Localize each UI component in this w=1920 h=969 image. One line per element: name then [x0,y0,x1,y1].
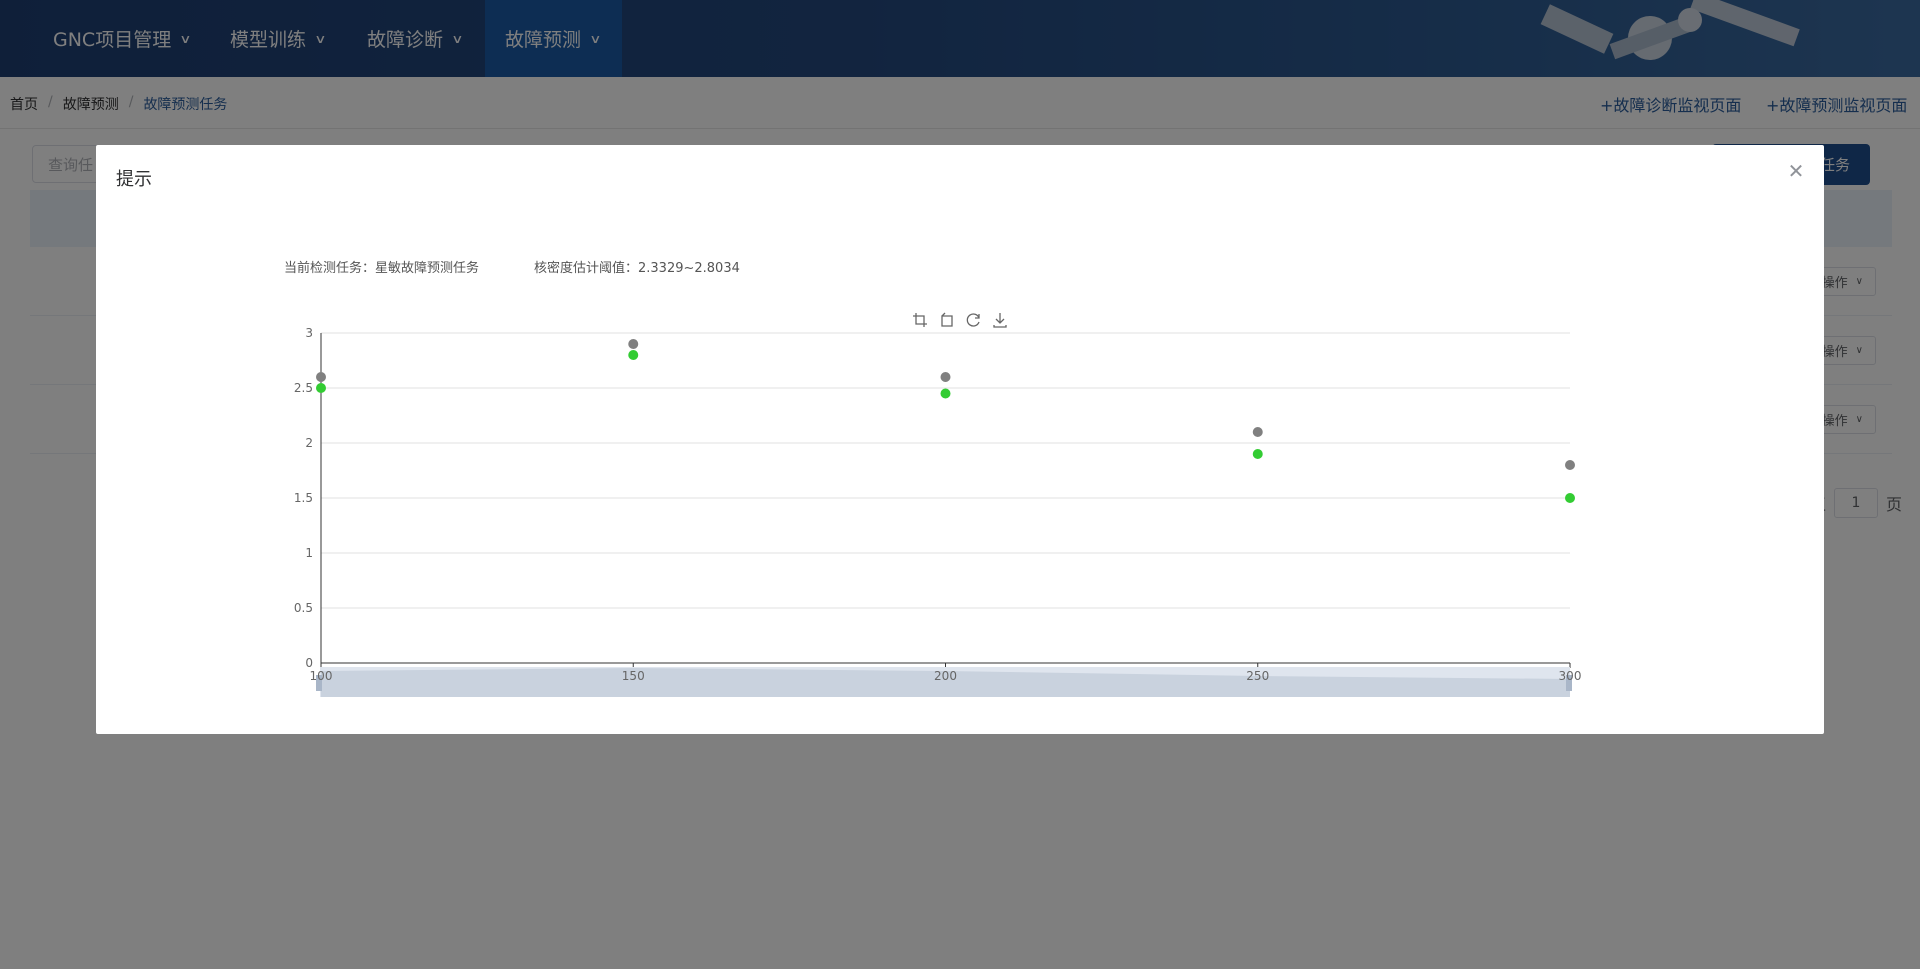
chart-axes [320,333,1571,668]
zoom-select-icon[interactable] [913,313,927,327]
scatter-point-series-1[interactable] [1565,460,1575,470]
restore-icon[interactable] [966,313,980,327]
x-tick-label: 200 [934,669,957,683]
x-tick-label: 250 [1246,669,1269,683]
scatter-point-series-1[interactable] [1252,427,1263,437]
y-tick-label: 1.5 [294,491,313,505]
scatter-point-series-1[interactable] [628,339,639,349]
y-tick-label: 1 [305,546,313,560]
y-axis-labels: 0 0.5 1 1.5 2 2.5 3 [294,326,313,670]
scatter-point-series-1[interactable] [316,372,326,382]
y-tick-label: 2.5 [294,381,313,395]
save-image-icon[interactable] [993,313,1007,328]
prompt-dialog: 提示 ✕ 当前检测任务：星敏故障预测任务 核密度估计阈值：2.3329~2.80… [96,145,1824,734]
y-tick-label: 0.5 [294,601,313,615]
x-tick-label: 300 [1559,669,1582,683]
y-tick-label: 2 [305,436,313,450]
x-tick-label: 150 [622,669,645,683]
scatter-chart: 100 150 200 250 300 0 0.5 1 1.5 2 2.5 3 [294,312,1582,697]
scatter-point-series-2[interactable] [1565,493,1575,503]
scatter-points [316,339,1575,503]
y-tick-label: 3 [305,326,313,340]
x-tick-label: 100 [310,669,333,683]
scatter-point-series-2[interactable] [1252,449,1263,459]
chart-toolbox [913,312,1007,328]
scatter-point-series-2[interactable] [316,383,326,393]
zoom-reset-icon[interactable] [941,312,953,327]
y-tick-label: 0 [305,656,313,670]
scatter-point-series-2[interactable] [628,350,639,360]
scatter-point-series-1[interactable] [940,372,951,382]
scatter-point-series-2[interactable] [940,388,951,399]
